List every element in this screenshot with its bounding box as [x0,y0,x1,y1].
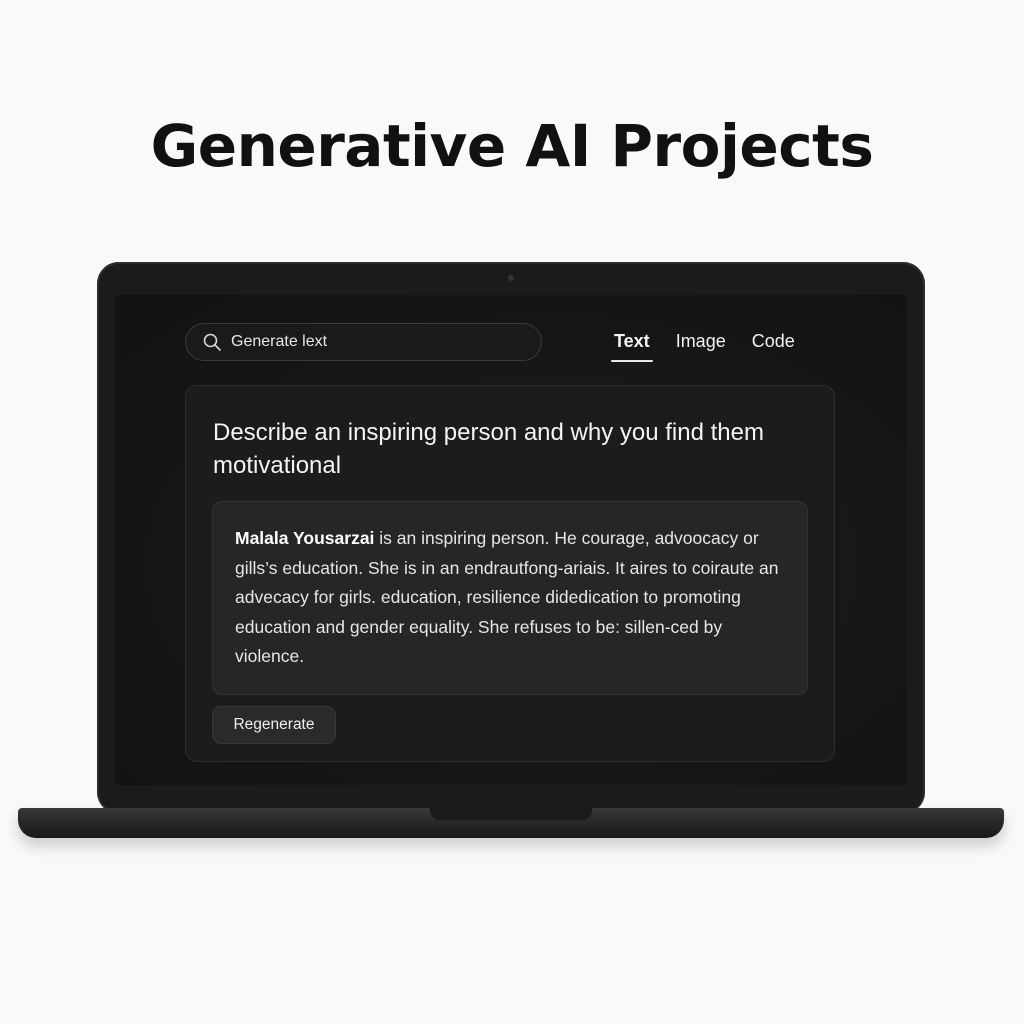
laptop-screen: Text Image Code Describe an inspiring pe… [115,295,907,785]
prompt-card: Describe an inspiring person and why you… [185,385,835,762]
tab-code[interactable]: Code [749,331,798,362]
tab-text[interactable]: Text [611,331,653,362]
laptop-lid: Text Image Code Describe an inspiring pe… [97,262,925,814]
response-body: is an inspiring person. He courage, advo… [235,528,779,666]
laptop-base [18,808,1004,838]
mode-tabs: Text Image Code [611,331,818,362]
response-panel: Malala Yousarzai is an inspiring person.… [212,501,808,695]
camera-dot [508,275,514,281]
search-bar[interactable] [185,323,542,361]
regenerate-button[interactable]: Regenerate [212,706,336,744]
response-text: Malala Yousarzai is an inspiring person.… [235,524,785,672]
page: Generative AI Projects Text Image Code D… [0,0,1024,1024]
prompt-text: Describe an inspiring person and why you… [213,419,764,479]
laptop-notch [430,808,592,820]
search-icon [203,333,221,351]
page-headline: Generative AI Projects [150,112,874,180]
search-input[interactable] [231,333,511,351]
tab-image[interactable]: Image [673,331,729,362]
response-subject-name: Malala Yousarzai [235,528,375,548]
